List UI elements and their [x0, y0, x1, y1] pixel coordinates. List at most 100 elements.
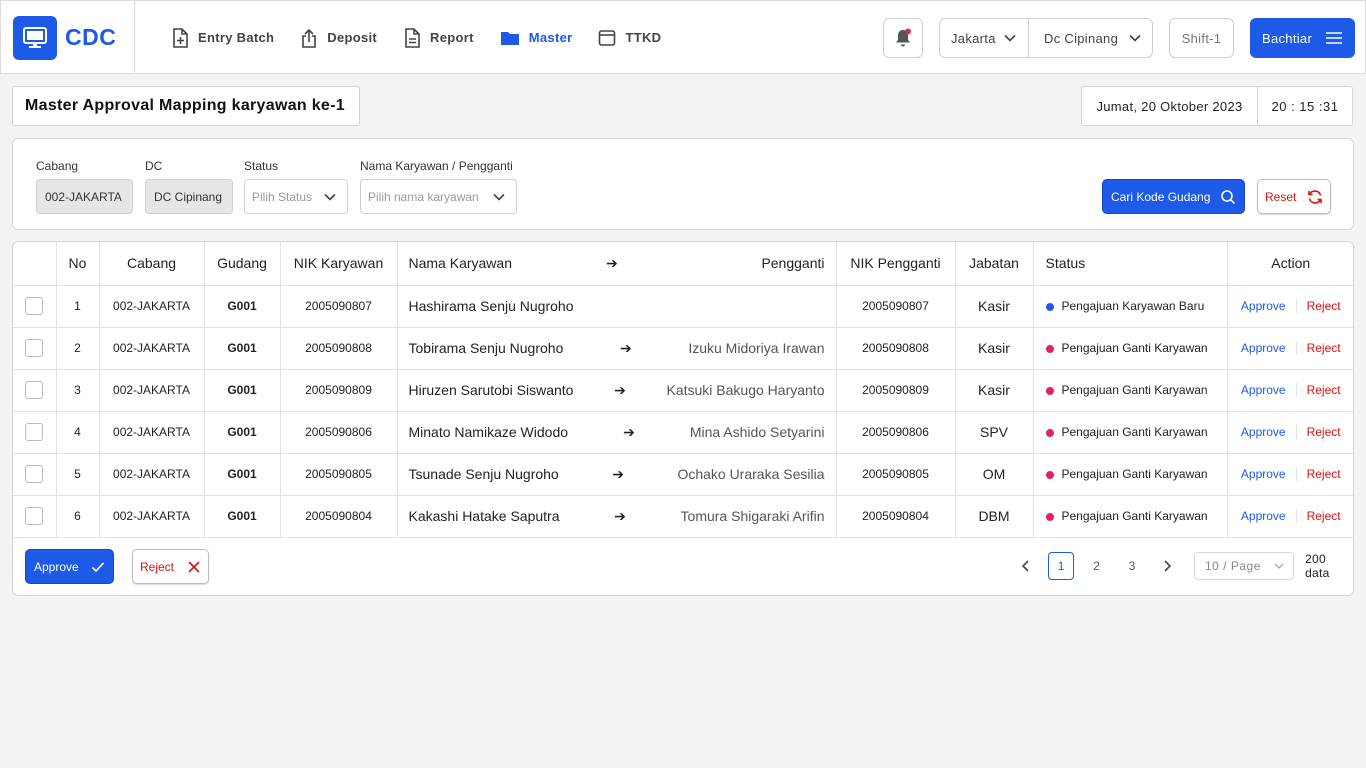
upload-icon: [302, 28, 317, 48]
header-nik-pengganti: NIK Pengganti: [836, 242, 956, 286]
reject-link[interactable]: Reject: [1297, 467, 1341, 481]
row-nama: Tsunade Senju Nugroho: [408, 466, 559, 482]
user-name: Bachtiar: [1262, 30, 1313, 46]
nav-label: TTKD: [625, 30, 662, 45]
current-time: 20 : 15 :31: [1271, 98, 1339, 114]
search-icon: [1221, 189, 1236, 204]
row-nama: Minato Namikaze Widodo: [408, 424, 569, 440]
nav-ttkd[interactable]: TTKD: [598, 29, 661, 47]
row-gudang: G001: [204, 327, 281, 370]
reset-button-label: Reset: [1265, 189, 1297, 204]
row-nik-pengganti: 2005090808: [836, 327, 956, 370]
cabang-field: 002-JAKARTA: [36, 179, 133, 214]
prev-page-button[interactable]: [1013, 552, 1038, 580]
row-pengganti: Ochako Uraraka Sesilia: [677, 466, 825, 482]
row-cabang: 002-JAKARTA: [99, 327, 205, 370]
location-selector: Jakarta Dc Cipinang: [939, 18, 1153, 58]
page-button-2[interactable]: 2: [1084, 552, 1109, 580]
row-jabatan: OM: [955, 453, 1034, 496]
page-size-select[interactable]: 10 / Page: [1194, 552, 1295, 580]
nama-select[interactable]: Pilih nama karyawan: [360, 179, 517, 214]
brand-name: CDC: [65, 24, 117, 50]
row-nama-cell: Tobirama Senju Nugroho ➔ Izuku Midoriya …: [397, 327, 837, 370]
table-panel: No Cabang Gudang NIK Karyawan Nama Karya…: [12, 241, 1354, 596]
nav-entry-batch[interactable]: Entry Batch: [171, 27, 275, 48]
row-no: 1: [56, 285, 100, 328]
notification-button[interactable]: [883, 18, 923, 58]
row-pengganti: Izuku Midoriya Irawan: [688, 340, 825, 356]
nav-label: Report: [430, 30, 474, 45]
chevron-down-icon: [493, 193, 505, 201]
status-dot: [1045, 386, 1054, 395]
row-checkbox[interactable]: [25, 381, 44, 399]
row-nik: 2005090806: [280, 411, 398, 454]
row-nama: Kakashi Hatake Saputra: [408, 508, 560, 524]
row-status-cell: Pengajuan Karyawan Baru: [1033, 285, 1228, 328]
row-checkbox[interactable]: [25, 297, 44, 315]
nav-report[interactable]: Report: [403, 27, 474, 48]
header-nama-karyawan: Nama Karyawan: [408, 255, 513, 272]
row-no: 5: [56, 453, 100, 496]
row-gudang: G001: [204, 453, 281, 496]
nav-label: Entry Batch: [198, 30, 275, 45]
reject-link[interactable]: Reject: [1297, 509, 1341, 523]
row-action-cell: Approve Reject: [1227, 369, 1353, 412]
row-checkbox[interactable]: [25, 423, 44, 441]
header-status: Status: [1033, 242, 1228, 286]
approve-link[interactable]: Approve: [1241, 425, 1297, 439]
page-size-value: 10 / Page: [1205, 559, 1261, 573]
arrow-right-icon: ➔: [606, 254, 618, 271]
row-nama-cell: Hiruzen Sarutobi Siswanto ➔ Katsuki Baku…: [397, 369, 837, 412]
nav-deposit[interactable]: Deposit: [300, 28, 377, 48]
dc-select[interactable]: Dc Cipinang: [1029, 19, 1152, 57]
row-no: 4: [56, 411, 100, 454]
shift-button[interactable]: Shift-1: [1169, 18, 1234, 58]
reset-button[interactable]: Reset: [1257, 179, 1331, 214]
row-jabatan: Kasir: [955, 327, 1034, 370]
header-checkbox-cell: [13, 242, 57, 286]
city-select[interactable]: Jakarta: [940, 19, 1029, 57]
status-select[interactable]: Pilih Status: [244, 179, 348, 214]
reject-selected-button[interactable]: Reject: [132, 549, 209, 584]
reject-link[interactable]: Reject: [1297, 425, 1341, 439]
header-cabang: Cabang: [99, 242, 205, 286]
dc-value: Dc Cipinang: [1044, 30, 1119, 46]
row-status-cell: Pengajuan Ganti Karyawan: [1033, 369, 1228, 412]
approve-link[interactable]: Approve: [1241, 341, 1297, 355]
row-action-cell: Approve Reject: [1227, 327, 1353, 370]
page-button-1[interactable]: 1: [1048, 552, 1074, 580]
approve-link[interactable]: Approve: [1241, 509, 1297, 523]
approve-selected-button[interactable]: Approve: [25, 549, 114, 584]
approve-selected-label: Approve: [34, 559, 79, 574]
brand[interactable]: CDC: [1, 1, 135, 74]
row-status: Pengajuan Ganti Karyawan: [1061, 467, 1208, 481]
row-nama: Tobirama Senju Nugroho: [408, 340, 564, 356]
row-status: Pengajuan Ganti Karyawan: [1061, 509, 1208, 523]
chevron-down-icon: [1004, 34, 1016, 42]
row-pengganti: Tomura Shigaraki Arifin: [680, 508, 825, 524]
approve-link[interactable]: Approve: [1241, 383, 1297, 397]
datetime-display: Jumat, 20 Oktober 2023 20 : 15 :31: [1081, 86, 1353, 126]
page-button-3[interactable]: 3: [1119, 552, 1144, 580]
reject-link[interactable]: Reject: [1297, 383, 1341, 397]
search-button[interactable]: Cari Kode Gudang: [1102, 179, 1245, 214]
approve-link[interactable]: Approve: [1241, 299, 1297, 313]
row-checkbox[interactable]: [25, 339, 44, 357]
reject-link[interactable]: Reject: [1297, 341, 1341, 355]
row-status: Pengajuan Ganti Karyawan: [1061, 341, 1208, 355]
user-menu-button[interactable]: Bachtiar: [1250, 18, 1355, 58]
approve-link[interactable]: Approve: [1241, 467, 1297, 481]
document-icon: [405, 27, 420, 48]
row-nik: 2005090807: [280, 285, 398, 328]
row-no: 6: [56, 495, 100, 538]
table-row: 6 002-JAKARTA G001 2005090804 Kakashi Ha…: [13, 495, 1353, 538]
next-page-button[interactable]: [1155, 552, 1180, 580]
row-checkbox[interactable]: [25, 507, 44, 525]
nav-master[interactable]: Master: [500, 29, 573, 47]
status-dot: [1045, 470, 1054, 479]
cabang-label: Cabang: [36, 159, 79, 173]
row-action-cell: Approve Reject: [1227, 495, 1353, 538]
reject-link[interactable]: Reject: [1297, 299, 1341, 313]
row-checkbox[interactable]: [25, 465, 44, 483]
page-title: Master Approval Mapping karyawan ke-1: [12, 86, 360, 126]
